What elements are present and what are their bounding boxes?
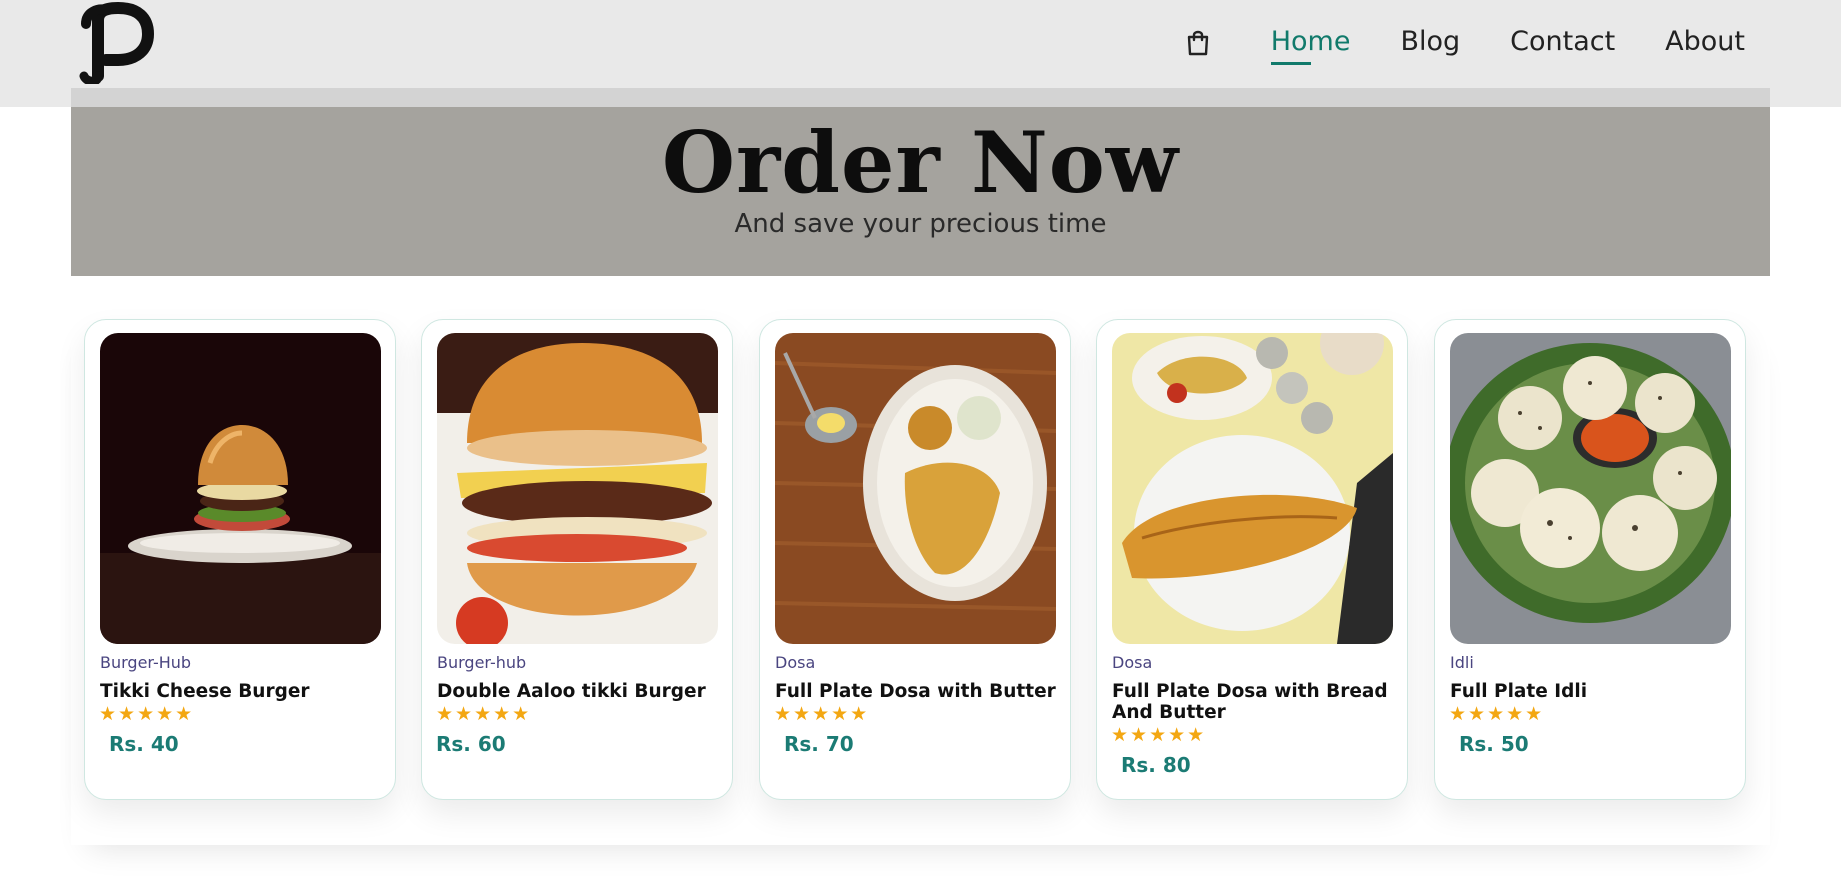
star-rating: ★★★★★: [436, 703, 532, 725]
product-card[interactable]: Dosa Full Plate Dosa with Bread And Butt…: [1096, 319, 1408, 800]
nav-about-link[interactable]: About: [1665, 26, 1745, 57]
hero-banner: Order Now And save your precious time: [71, 107, 1770, 276]
product-card[interactable]: Idli Full Plate Idli ★★★★★ Rs. 50: [1434, 319, 1746, 800]
product-card[interactable]: Burger-Hub Tikki Cheese Burger ★★★★★ Rs.…: [84, 319, 396, 800]
star-rating: ★★★★★: [1111, 724, 1207, 746]
product-category: Dosa: [775, 653, 816, 672]
p-logo-icon[interactable]: [76, 2, 156, 84]
star-rating: ★★★★★: [99, 703, 195, 725]
product-category: Burger-hub: [437, 653, 527, 672]
product-category: Dosa: [1112, 653, 1153, 672]
product-title[interactable]: Tikki Cheese Burger: [100, 681, 385, 702]
product-title[interactable]: Full Plate Dosa with Bread And Butter: [1112, 681, 1397, 723]
main-nav: Home Blog Contact About: [1185, 26, 1745, 65]
product-card[interactable]: Dosa Full Plate Dosa with Butter ★★★★★ R…: [759, 319, 1071, 800]
product-price: Rs. 80: [1121, 753, 1191, 777]
product-price: Rs. 40: [109, 732, 179, 756]
hero-top-band: [71, 88, 1770, 107]
dosa-bread-photo[interactable]: [1112, 333, 1393, 644]
product-category: Idli: [1450, 653, 1474, 672]
hero-subtitle: And save your precious time: [734, 209, 1107, 239]
shopping-bag-icon[interactable]: [1185, 28, 1211, 56]
double-burger-photo[interactable]: [437, 333, 718, 644]
cheese-burger-photo[interactable]: [100, 333, 381, 644]
nav-blog-link[interactable]: Blog: [1400, 26, 1460, 57]
product-price: Rs. 70: [784, 732, 854, 756]
product-card[interactable]: Burger-hub Double Aaloo tikki Burger ★★★…: [421, 319, 733, 800]
idli-photo[interactable]: [1450, 333, 1731, 644]
product-title[interactable]: Full Plate Dosa with Butter: [775, 681, 1060, 702]
hero-title: Order Now: [661, 113, 1180, 212]
product-category: Burger-Hub: [100, 653, 192, 672]
star-rating: ★★★★★: [774, 703, 870, 725]
star-rating: ★★★★★: [1449, 703, 1545, 725]
nav-home-link[interactable]: Home: [1270, 26, 1350, 65]
dosa-butter-photo[interactable]: [775, 333, 1056, 644]
product-price: Rs. 60: [436, 732, 506, 756]
product-price: Rs. 50: [1459, 732, 1529, 756]
product-title[interactable]: Full Plate Idli: [1450, 681, 1735, 702]
product-title[interactable]: Double Aaloo tikki Burger: [437, 681, 722, 702]
nav-contact-link[interactable]: Contact: [1510, 26, 1615, 57]
